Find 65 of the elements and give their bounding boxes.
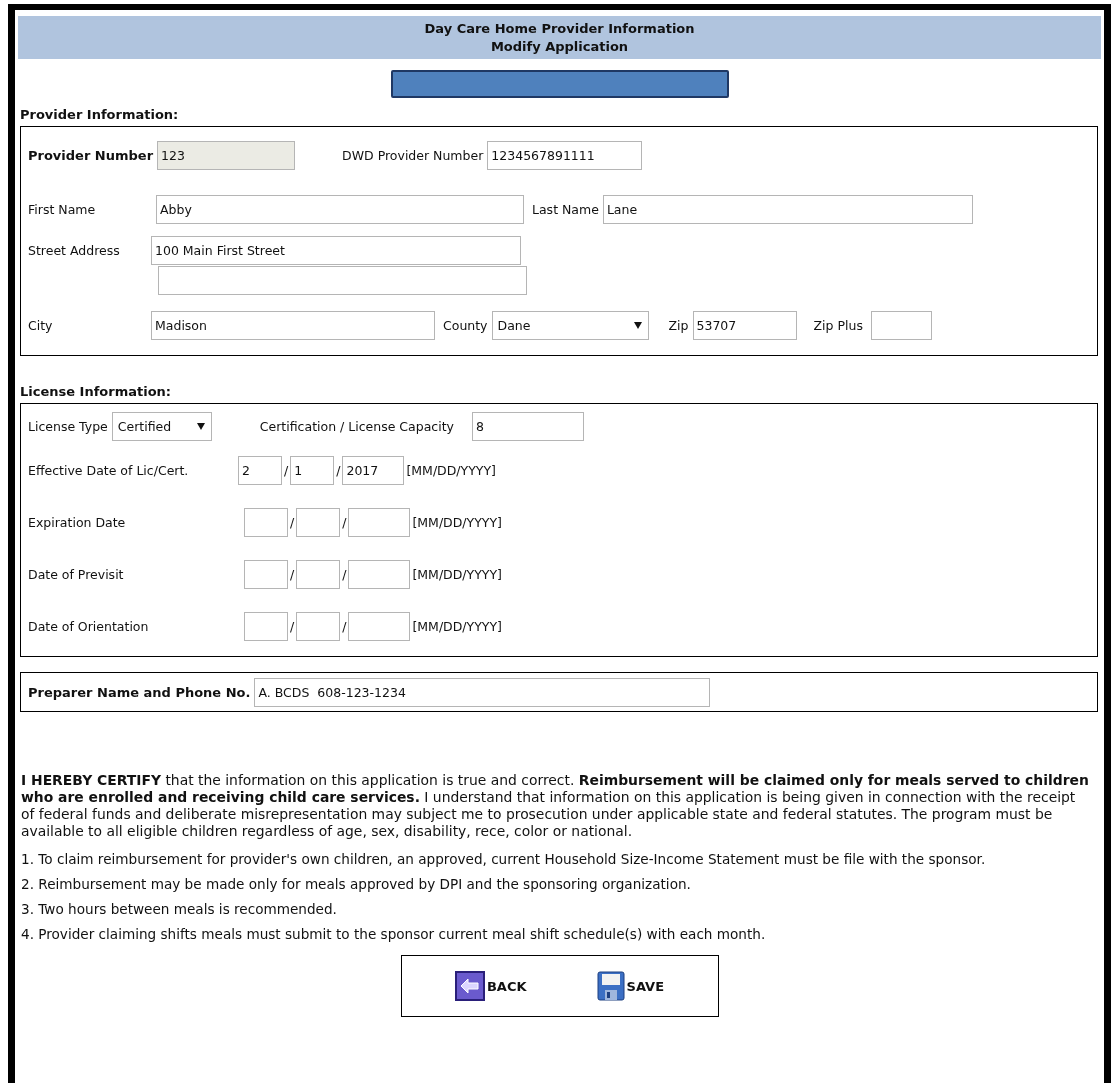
date-field[interactable] bbox=[296, 611, 341, 641]
field-label: Zip bbox=[668, 317, 689, 333]
text-field[interactable]: 1234567891111 bbox=[487, 140, 643, 170]
date-separator: / bbox=[284, 462, 289, 478]
field-label: City bbox=[28, 317, 54, 333]
note-text: 4. Provider claiming shifts meals must submit to the sponsor current meal shift schedule(s) with each month. bbox=[21, 925, 767, 943]
field-label: Date of Previsit bbox=[28, 566, 125, 582]
field-label: License Type bbox=[28, 418, 108, 434]
date-format-hint: [MM/DD/YYYY] bbox=[406, 462, 496, 478]
field-label: Certification / License Capacity bbox=[259, 418, 454, 434]
field-label: Zip Plus bbox=[813, 317, 863, 333]
date-separator: / bbox=[342, 566, 347, 582]
text-field[interactable]: Abby bbox=[156, 194, 524, 224]
date-field[interactable] bbox=[296, 559, 341, 589]
caret-icon bbox=[196, 422, 205, 430]
section-heading: License Information: bbox=[20, 384, 173, 399]
text-field[interactable]: A. BCDS 608-123-1234 bbox=[254, 677, 711, 707]
dropdown[interactable]: Certified bbox=[111, 411, 212, 441]
date-field[interactable] bbox=[244, 611, 288, 641]
field-label: Expiration Date bbox=[28, 514, 127, 530]
text-field[interactable]: Madison bbox=[151, 310, 435, 340]
field-label: Street Address bbox=[28, 242, 121, 258]
field-label: Date of Orientation bbox=[28, 618, 150, 634]
date-separator: / bbox=[290, 514, 295, 530]
date-separator: / bbox=[290, 618, 295, 634]
field-label: Preparer Name and Phone No. bbox=[28, 684, 251, 700]
text-field[interactable]: 100 Main First Street bbox=[151, 235, 521, 265]
field-label: Provider Number bbox=[28, 147, 154, 163]
dropdown[interactable]: Dane bbox=[491, 310, 649, 340]
text-field[interactable] bbox=[870, 310, 932, 340]
certification-text: I HEREBY CERTIFY that the information on this application is true and correct. Reimbursement will be claimed only for meals served to children who are enrolled and receiving child care services. I understand that information on this application is being given in connection with the receipt of federal funds and deliberate misrepresentation may subject me to prosecution under applicable state and federal statutes. The program must be available to all eligible children regardless of age, sex, disability, rece, color or national. bbox=[21, 772, 1090, 840]
date-format-hint: [MM/DD/YYYY] bbox=[412, 514, 502, 530]
date-separator: / bbox=[342, 618, 347, 634]
date-field[interactable] bbox=[244, 507, 288, 537]
text-field[interactable]: Lane bbox=[602, 194, 973, 224]
text-field[interactable]: 53707 bbox=[692, 310, 797, 340]
date-field[interactable] bbox=[348, 611, 411, 641]
date-separator: / bbox=[336, 462, 341, 478]
date-field[interactable] bbox=[296, 507, 341, 537]
page-subtitle: Modify Application bbox=[490, 38, 629, 56]
caret-icon bbox=[633, 321, 642, 329]
date-field[interactable] bbox=[348, 507, 411, 537]
text-field[interactable] bbox=[158, 265, 527, 295]
section-heading: Provider Information: bbox=[20, 107, 180, 122]
page-title: Day Care Home Provider Information bbox=[424, 20, 695, 38]
field-label: Effective Date of Lic/Cert. bbox=[28, 462, 190, 478]
date-field[interactable]: 2 bbox=[238, 455, 282, 485]
date-separator: / bbox=[342, 514, 347, 530]
note-text: 3. Two hours between meals is recommended. bbox=[21, 900, 338, 918]
date-format-hint: [MM/DD/YYYY] bbox=[412, 618, 502, 634]
date-field[interactable] bbox=[244, 559, 288, 589]
field-label: First Name bbox=[28, 201, 97, 217]
field-label: DWD Provider Number bbox=[342, 147, 484, 163]
date-format-hint: [MM/DD/YYYY] bbox=[412, 566, 502, 582]
field-label: County bbox=[443, 317, 488, 333]
back-button[interactable]: BACK bbox=[454, 971, 527, 1001]
date-field[interactable]: 1 bbox=[290, 455, 335, 485]
save-button[interactable]: SAVE bbox=[596, 971, 665, 1001]
date-separator: / bbox=[290, 566, 295, 582]
text-field[interactable]: 8 bbox=[472, 411, 584, 441]
note-text: 1. To claim reimbursement for provider's own children, an approved, current Household Size-Income Statement must be file with the sponsor. bbox=[21, 850, 987, 868]
date-field[interactable] bbox=[348, 559, 411, 589]
note-text: 2. Reimbursement may be made only for meals approved by DPI and the sponsoring organization. bbox=[21, 875, 692, 893]
date-field[interactable]: 2017 bbox=[342, 455, 405, 485]
field-label: Last Name bbox=[532, 201, 599, 217]
